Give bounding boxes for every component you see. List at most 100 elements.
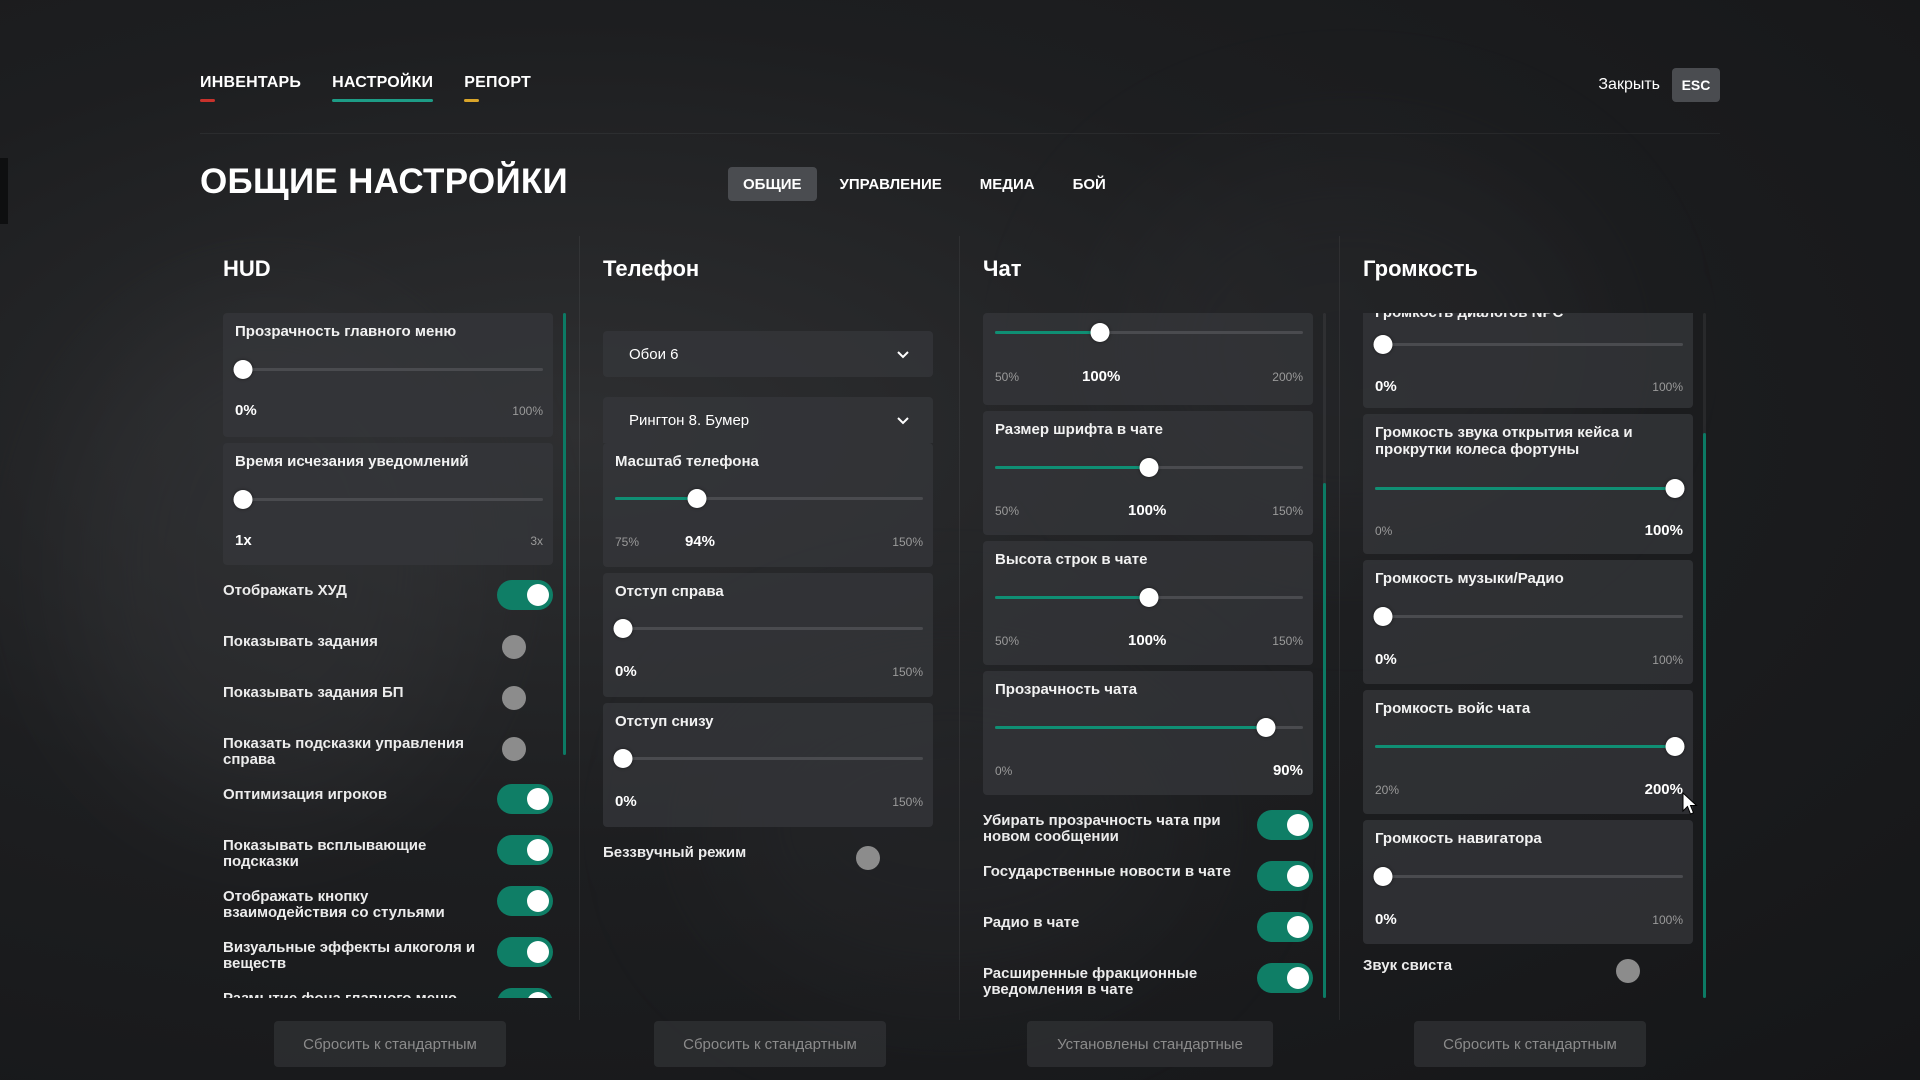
menu-blur-switch[interactable] bbox=[497, 988, 553, 998]
top-divider bbox=[200, 133, 1720, 134]
chat-opacity-on-message-switch[interactable] bbox=[1257, 810, 1313, 840]
slider-min: 0% bbox=[1375, 524, 1393, 538]
switch-knob bbox=[502, 686, 526, 710]
slider-title: Громкость войс чата bbox=[1375, 700, 1531, 717]
nav-inventory[interactable]: ИНВЕНТАРЬ bbox=[200, 74, 301, 102]
ringtone-select[interactable]: Рингтон 8. Бумер bbox=[603, 397, 933, 443]
case-spin-volume-slider[interactable] bbox=[1375, 477, 1685, 499]
close-button[interactable]: Закрыть bbox=[1598, 76, 1660, 94]
slider-min: 50% bbox=[995, 504, 1020, 518]
toggle-label: Беззвучный режим bbox=[603, 844, 747, 861]
slider-fill bbox=[995, 726, 1266, 729]
show-hud-switch[interactable] bbox=[497, 580, 553, 610]
silent-mode-switch[interactable] bbox=[851, 842, 907, 872]
switch-knob bbox=[527, 890, 549, 912]
slider-knob[interactable] bbox=[1373, 607, 1393, 626]
toggle-row: Отображать ХУД bbox=[223, 579, 553, 623]
toggle-row: Радио в чате bbox=[983, 911, 1313, 955]
slider-title: Отступ снизу bbox=[615, 713, 714, 730]
slider-knob[interactable] bbox=[613, 749, 633, 768]
hud-scrollbar[interactable] bbox=[563, 313, 566, 755]
slider-knob[interactable] bbox=[1256, 718, 1276, 737]
slider-fill bbox=[995, 331, 1101, 334]
chair-interaction-switch[interactable] bbox=[497, 886, 553, 916]
slider-labels: 0% 100% bbox=[235, 402, 543, 420]
alcohol-effects-switch[interactable] bbox=[497, 937, 553, 967]
volume-scrollbar-thumb[interactable] bbox=[1703, 433, 1706, 998]
chat-scale-slider[interactable] bbox=[995, 321, 1303, 343]
switch-knob bbox=[502, 635, 526, 659]
chat-scrollbar[interactable] bbox=[1323, 313, 1326, 998]
slider-knob[interactable] bbox=[1665, 737, 1685, 756]
whistle-sound-switch[interactable] bbox=[1611, 955, 1667, 985]
slider-max: 150% bbox=[892, 665, 923, 679]
slider-card: Размер шрифта в чате 50% 100% 150% bbox=[983, 411, 1313, 535]
navigator-volume-slider[interactable] bbox=[1373, 865, 1683, 887]
font-size-slider[interactable] bbox=[995, 456, 1303, 478]
slider-max: 200% bbox=[1272, 370, 1303, 384]
bottom-offset-slider[interactable] bbox=[613, 747, 923, 769]
chat-transparency-slider[interactable] bbox=[995, 716, 1303, 738]
faction-notifications-switch[interactable] bbox=[1257, 963, 1313, 993]
slider-fill bbox=[995, 466, 1149, 469]
slider-min: 50% bbox=[995, 634, 1020, 648]
tab-combat[interactable]: БОЙ bbox=[1058, 167, 1121, 201]
slider-knob[interactable] bbox=[1090, 323, 1110, 342]
slider-knob[interactable] bbox=[1139, 458, 1159, 477]
toggle-label: Расширенные фракционные уведомления в ча… bbox=[983, 965, 1198, 998]
line-height-slider[interactable] bbox=[995, 586, 1303, 608]
right-offset-slider[interactable] bbox=[613, 617, 923, 639]
nav-settings[interactable]: НАСТРОЙКИ bbox=[332, 74, 434, 102]
slider-max: 100% bbox=[1652, 380, 1683, 394]
slider-labels: 0% 100% bbox=[1375, 378, 1683, 396]
nav-report[interactable]: РЕПОРТ bbox=[464, 74, 531, 102]
phone-scale-slider[interactable] bbox=[615, 487, 923, 509]
slider-knob[interactable] bbox=[233, 490, 253, 509]
slider-track bbox=[1375, 615, 1683, 618]
slider-title: Прозрачность чата bbox=[995, 681, 1138, 698]
slider-knob[interactable] bbox=[1665, 479, 1685, 498]
gov-news-switch[interactable] bbox=[1257, 861, 1313, 891]
slider-value: 100% bbox=[1644, 522, 1683, 539]
slider-knob[interactable] bbox=[687, 489, 707, 508]
chat-scrollbar-thumb[interactable] bbox=[1323, 483, 1326, 998]
phone-reset-button[interactable]: Сбросить к стандартным bbox=[654, 1021, 886, 1067]
toggle-row: Расширенные фракционные уведомления в ча… bbox=[983, 962, 1313, 998]
slider-value: 94% bbox=[685, 533, 716, 550]
slider-card: Громкость навигатора 0% 100% bbox=[1363, 820, 1693, 944]
voice-chat-volume-slider[interactable] bbox=[1375, 735, 1685, 757]
hud-column: HUD Прозрачность главного меню 0% 100% В… bbox=[200, 238, 580, 1018]
player-optimization-switch[interactable] bbox=[497, 784, 553, 814]
show-tasks-switch[interactable] bbox=[497, 631, 553, 661]
switch-knob bbox=[1616, 959, 1640, 983]
switch-knob bbox=[502, 737, 526, 761]
slider-title: Размер шрифта в чате bbox=[995, 421, 1163, 438]
chat-radio-switch[interactable] bbox=[1257, 912, 1313, 942]
chat-reset-button[interactable]: Установлены стандартные bbox=[1027, 1021, 1273, 1067]
volume-reset-button[interactable]: Сбросить к стандартным bbox=[1414, 1021, 1646, 1067]
show-bp-tasks-switch[interactable] bbox=[497, 682, 553, 712]
slider-max: 150% bbox=[892, 795, 923, 809]
hud-scrollbar-thumb[interactable] bbox=[563, 313, 566, 755]
menu-transparency-slider[interactable] bbox=[233, 358, 543, 380]
esc-key-badge[interactable]: ESC bbox=[1672, 68, 1720, 102]
chat-column: Чат 50% 100% 200% Размер шрифта в чате 5… bbox=[960, 238, 1340, 1018]
slider-knob[interactable] bbox=[1373, 335, 1393, 354]
music-radio-volume-slider[interactable] bbox=[1373, 605, 1683, 627]
npc-dialog-volume-slider[interactable] bbox=[1373, 333, 1683, 355]
slider-knob[interactable] bbox=[1139, 588, 1159, 607]
slider-knob[interactable] bbox=[1373, 867, 1393, 886]
popup-hints-switch[interactable] bbox=[497, 835, 553, 865]
toggle-row: Беззвучный режим bbox=[603, 841, 907, 885]
slider-knob[interactable] bbox=[613, 619, 633, 638]
volume-scrollbar[interactable] bbox=[1703, 313, 1706, 998]
control-hints-switch[interactable] bbox=[497, 733, 553, 763]
slider-card: Громкость музыки/Радио 0% 100% bbox=[1363, 560, 1693, 684]
tab-media[interactable]: МЕДИА bbox=[965, 167, 1050, 201]
hud-reset-button[interactable]: Сбросить к стандартным bbox=[274, 1021, 506, 1067]
wallpaper-select[interactable]: Обои 6 bbox=[603, 331, 933, 377]
tab-general[interactable]: ОБЩИЕ bbox=[728, 167, 817, 201]
notification-fade-slider[interactable] bbox=[233, 488, 543, 510]
tab-controls[interactable]: УПРАВЛЕНИЕ bbox=[825, 167, 957, 201]
slider-knob[interactable] bbox=[233, 360, 253, 379]
